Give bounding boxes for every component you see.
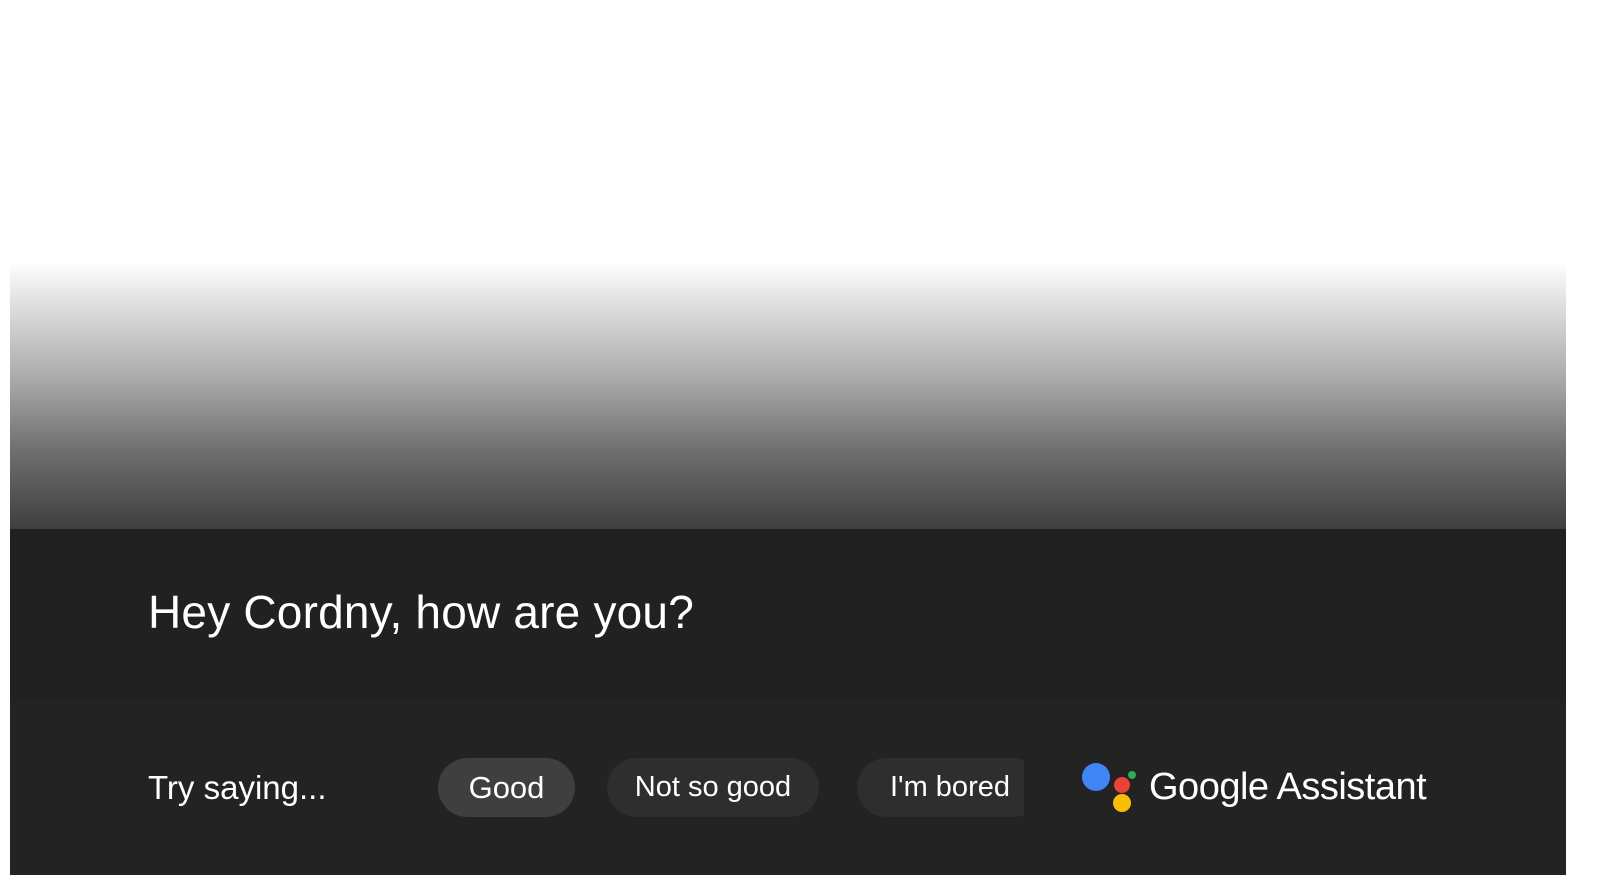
suggestion-chips: Good Not so good I'm bored: [438, 758, 1024, 818]
suggestion-chip-good[interactable]: Good: [438, 758, 575, 817]
suggestion-chip-not-so-good[interactable]: Not so good: [607, 758, 819, 817]
assistant-overlay: Hey Cordny, how are you? Try saying... G…: [10, 0, 1566, 875]
response-panel: Hey Cordny, how are you?: [10, 529, 1566, 699]
suggestion-bar: Try saying... Good Not so good I'm bored…: [10, 699, 1566, 875]
try-saying-label: Try saying...: [148, 769, 327, 806]
assistant-message: Hey Cordny, how are you?: [148, 586, 694, 638]
google-assistant-wordmark: Google Assistant: [1149, 766, 1427, 808]
background-fade: [10, 0, 1566, 529]
google-assistant-dots-icon: [1082, 763, 1136, 812]
suggestion-chip-im-bored[interactable]: I'm bored: [857, 758, 1024, 817]
